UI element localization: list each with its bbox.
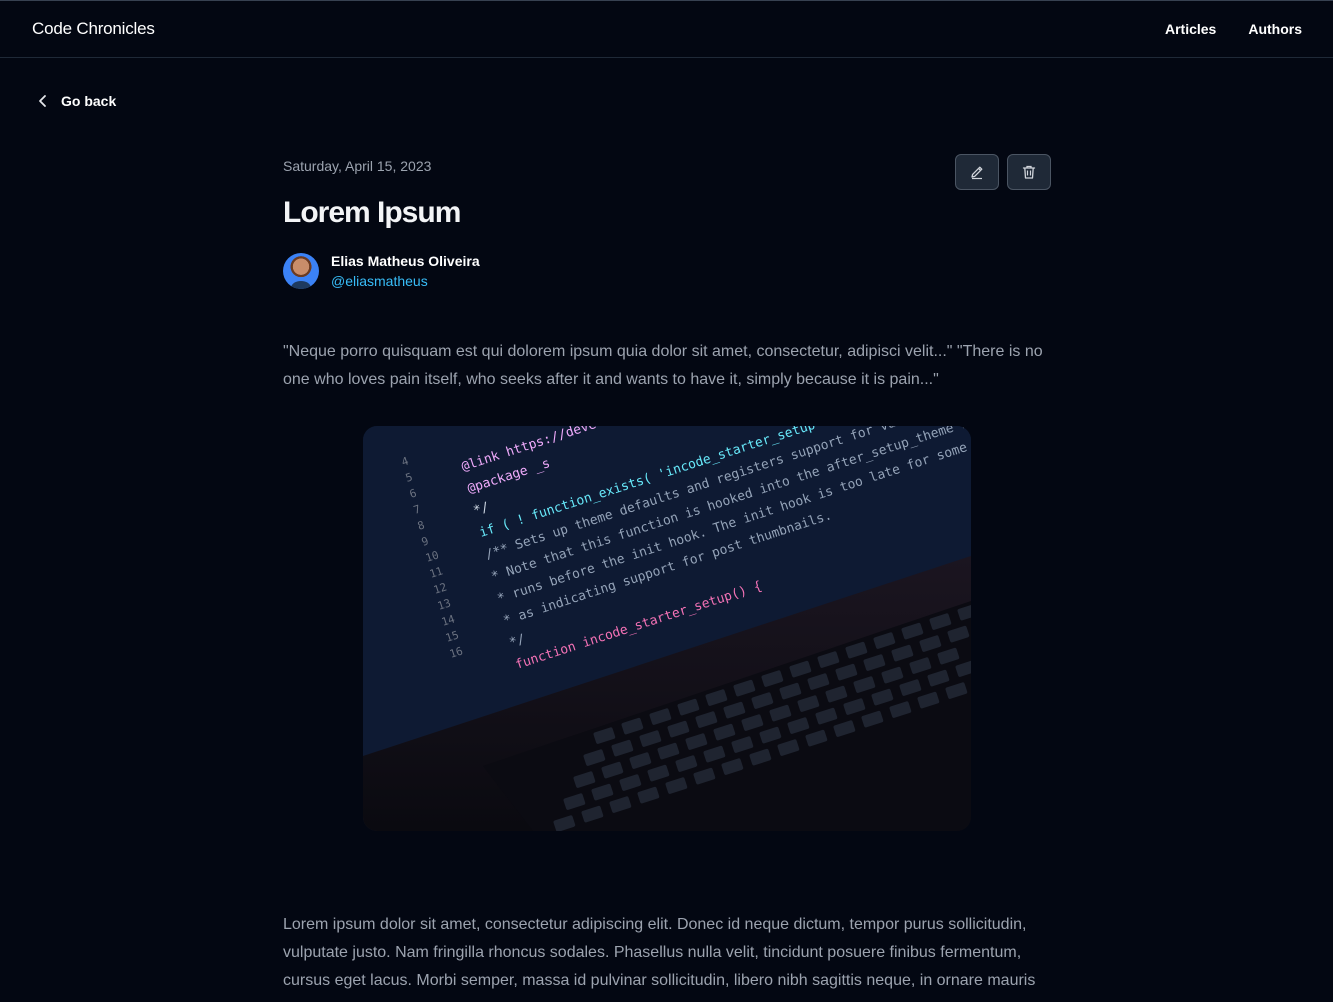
author-name: Elias Matheus Oliveira xyxy=(331,253,480,269)
article-actions xyxy=(955,154,1051,190)
pencil-icon xyxy=(971,166,983,180)
nav-articles-link[interactable]: Articles xyxy=(1165,21,1216,37)
article-hero-image: 4 5 6 7 8 9 10 11 12 13 14 15 16 @link https://deve @… xyxy=(363,426,971,831)
author-avatar[interactable] xyxy=(283,253,319,289)
article-title: Lorem Ipsum xyxy=(283,196,461,229)
chevron-left-icon xyxy=(39,95,46,107)
go-back-label: Go back xyxy=(61,93,117,109)
nav-authors-link[interactable]: Authors xyxy=(1248,21,1302,37)
article-body: Lorem ipsum dolor sit amet, consectetur … xyxy=(283,916,1036,989)
main-nav: Articles Authors xyxy=(1165,21,1302,37)
author-block: Elias Matheus Oliveira @eliasmatheus xyxy=(283,253,480,289)
edit-button[interactable] xyxy=(955,154,999,190)
delete-button[interactable] xyxy=(1007,154,1051,190)
code-screen-illustration: 45678910111213141516 @link https://deve@… xyxy=(363,426,971,831)
top-navbar: Code Chronicles Articles Authors xyxy=(0,0,1333,58)
trash-icon xyxy=(1022,165,1036,179)
site-brand[interactable]: Code Chronicles xyxy=(32,19,155,39)
article-date: Saturday, April 15, 2023 xyxy=(283,158,432,174)
go-back-link[interactable]: Go back xyxy=(37,93,116,109)
article-quote: "Neque porro quisquam est qui dolorem ip… xyxy=(283,343,1043,388)
author-handle-link[interactable]: @eliasmatheus xyxy=(331,273,480,289)
